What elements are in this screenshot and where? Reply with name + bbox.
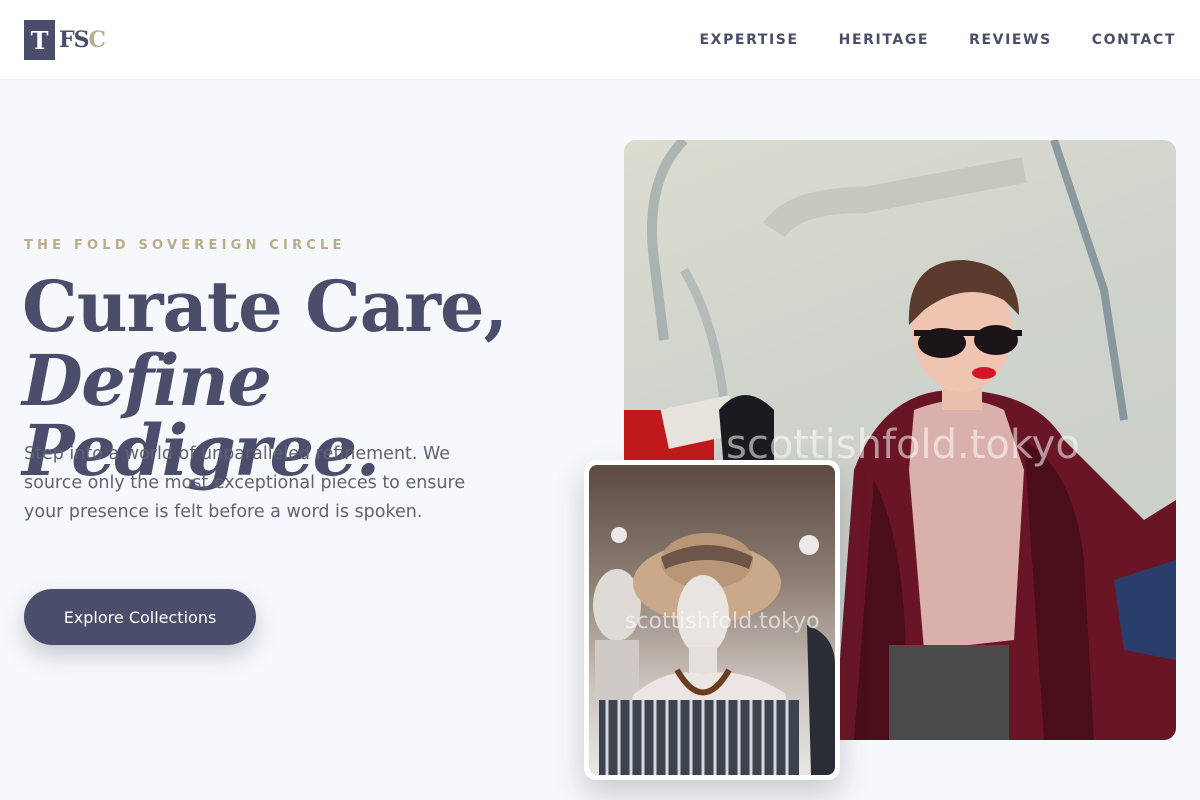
- site-header: T FSC EXPERTISE HERITAGE REVIEWS CONTACT: [0, 0, 1200, 80]
- hero-description: Step into a world of unparalleled refine…: [24, 444, 466, 522]
- nav-reviews[interactable]: REVIEWS: [969, 32, 1052, 48]
- hero-eyebrow: THE FOLD SOVEREIGN CIRCLE: [24, 238, 346, 253]
- hero-inset-photo: scottishfold.tokyo: [584, 460, 840, 780]
- brand-logo[interactable]: T FSC: [24, 20, 106, 60]
- headline-line-1: Curate Care,: [22, 265, 508, 348]
- nav-contact[interactable]: CONTACT: [1092, 32, 1176, 48]
- nav-heritage[interactable]: HERITAGE: [839, 32, 929, 48]
- inset-photo-watermark: scottishfold.tokyo: [625, 609, 820, 634]
- nav-expertise[interactable]: EXPERTISE: [700, 32, 799, 48]
- inset-photo-frame: scottishfold.tokyo: [589, 465, 835, 775]
- logo-accent-letter: C: [88, 27, 106, 53]
- logo-letters: FS: [59, 27, 89, 53]
- main-nav: EXPERTISE HERITAGE REVIEWS CONTACT: [700, 0, 1176, 80]
- logo-mark: T: [24, 20, 55, 60]
- explore-collections-button[interactable]: Explore Collections: [24, 589, 256, 645]
- logo-text: FSC: [59, 27, 106, 53]
